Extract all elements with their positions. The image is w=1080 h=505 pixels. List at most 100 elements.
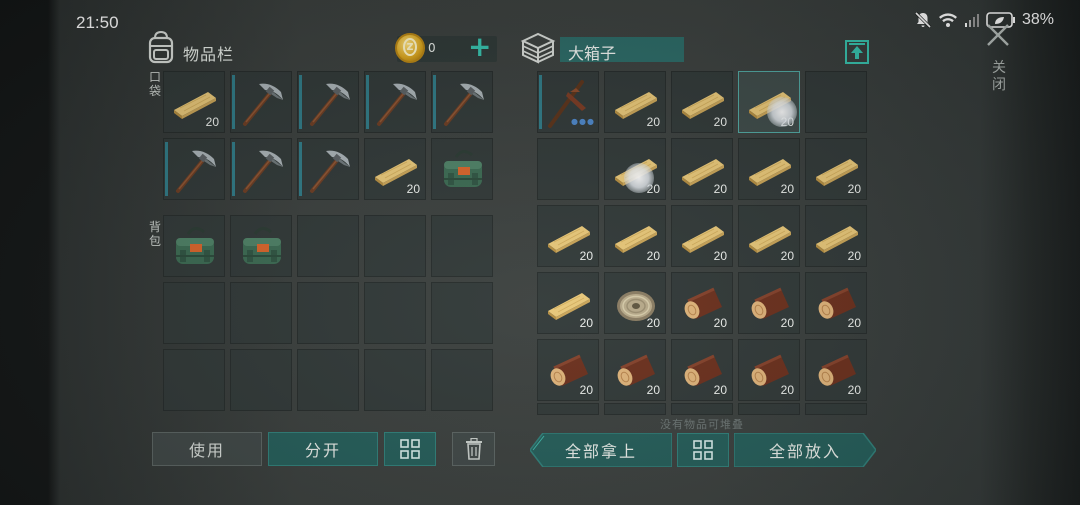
partial-slot[interactable] — [604, 403, 666, 415]
empty-slot[interactable] — [297, 282, 359, 344]
status-time: 21:50 — [76, 13, 119, 32]
item-slot-plank[interactable]: 20 — [537, 272, 599, 334]
empty-slot[interactable] — [297, 349, 359, 411]
use-button[interactable]: 使用 — [152, 432, 262, 466]
item-slot-plank[interactable]: 20 — [738, 138, 800, 200]
take-all-label: 全部拿上 — [564, 442, 637, 461]
empty-slot[interactable] — [230, 349, 292, 411]
durability-bar — [232, 75, 235, 129]
item-slot-pickaxe[interactable] — [364, 71, 426, 133]
coin-icon: z — [395, 33, 425, 63]
item-quantity: 20 — [406, 182, 420, 196]
take-all-button[interactable]: 全部拿上 — [530, 433, 672, 467]
item-quantity: 20 — [579, 249, 593, 263]
empty-slot[interactable] — [431, 349, 493, 411]
item-slot-log[interactable]: 20 — [738, 272, 800, 334]
item-quantity: 20 — [713, 182, 727, 196]
item-slot-pickaxe[interactable] — [297, 138, 359, 200]
item-slot-log[interactable]: 20 — [671, 272, 733, 334]
game-screen: 21:50 38% 物品栏 z 0 + 口袋 背包 20 20 大箱子 关闭 ●●… — [0, 0, 1080, 505]
empty-slot[interactable] — [230, 282, 292, 344]
item-slot-log[interactable]: 20 — [738, 339, 800, 401]
empty-slot[interactable] — [364, 349, 426, 411]
item-slot-plank[interactable]: 20 — [805, 205, 867, 267]
item-quantity: 20 — [713, 383, 727, 397]
item-quantity: 20 — [780, 316, 794, 330]
item-slot-log[interactable]: 20 — [671, 339, 733, 401]
add-coins-button[interactable]: + — [468, 33, 491, 61]
mute-bell-icon — [914, 11, 932, 29]
storage-box-icon — [520, 32, 556, 64]
partial-slot[interactable] — [738, 403, 800, 415]
backpack-icon — [148, 30, 174, 64]
durability-bar — [366, 75, 369, 129]
item-quantity: 20 — [780, 383, 794, 397]
sort-container-button[interactable] — [677, 433, 729, 467]
item-slot-wire[interactable]: 20 — [604, 272, 666, 334]
sort-inventory-button[interactable] — [384, 432, 436, 466]
empty-slot[interactable] — [297, 215, 359, 277]
wifi-icon — [938, 13, 957, 27]
empty-slot[interactable] — [163, 282, 225, 344]
empty-slot[interactable] — [537, 138, 599, 200]
no-stack-hint: 没有物品可堆叠 — [660, 418, 744, 431]
item-quantity: 20 — [646, 115, 660, 129]
item-slot-plank[interactable]: 20 — [537, 205, 599, 267]
item-slot-pickaxe-crude[interactable]: ●●● — [537, 71, 599, 133]
item-slot-plank[interactable]: 20 — [671, 205, 733, 267]
item-quantity: 20 — [780, 249, 794, 263]
trash-button[interactable] — [452, 432, 495, 466]
touch-indicator — [767, 97, 797, 127]
durability-bar — [232, 142, 235, 196]
item-quantity: 20 — [713, 316, 727, 330]
upload-icon[interactable] — [845, 38, 869, 64]
item-slot-log[interactable]: 20 — [805, 339, 867, 401]
empty-slot[interactable] — [364, 215, 426, 277]
item-slot-pickaxe[interactable] — [230, 138, 292, 200]
item-slot-plank[interactable]: 20 — [671, 71, 733, 133]
empty-slot[interactable] — [364, 282, 426, 344]
partial-slot[interactable] — [537, 403, 599, 415]
item-slot-plank[interactable]: 20 — [738, 205, 800, 267]
split-button[interactable]: 分开 — [268, 432, 378, 466]
item-slot-pickaxe[interactable] — [431, 71, 493, 133]
item-quantity: 20 — [847, 383, 861, 397]
empty-slot[interactable] — [163, 349, 225, 411]
durability-bar — [299, 142, 302, 196]
close-label[interactable]: 关闭 — [991, 60, 1007, 94]
empty-slot[interactable] — [805, 71, 867, 133]
item-slot-plank[interactable]: 20 — [604, 71, 666, 133]
item-slot-log[interactable]: 20 — [805, 272, 867, 334]
item-quantity: 20 — [646, 383, 660, 397]
put-all-button[interactable]: 全部放入 — [734, 433, 876, 467]
put-all-label: 全部放入 — [768, 442, 841, 461]
item-slot-pickaxe[interactable] — [163, 138, 225, 200]
backpack-label: 背包 — [148, 220, 161, 248]
coin-count: 0 — [428, 41, 436, 55]
item-slot-pickaxe[interactable] — [297, 71, 359, 133]
empty-slot[interactable] — [431, 282, 493, 344]
more-dots-icon: ●●● — [571, 117, 595, 126]
signal-icon — [964, 14, 979, 27]
item-slot-log[interactable]: 20 — [604, 339, 666, 401]
item-quantity: 20 — [713, 249, 727, 263]
grid-icon — [693, 440, 713, 460]
item-slot-plank[interactable]: 20 — [604, 205, 666, 267]
durability-bar — [165, 142, 168, 196]
close-icon[interactable] — [985, 22, 1011, 48]
item-slot-plank[interactable]: 20 — [364, 138, 426, 200]
item-slot-plank[interactable]: 20 — [163, 71, 225, 133]
empty-slot[interactable] — [431, 215, 493, 277]
touch-indicator — [624, 163, 654, 193]
partial-slot[interactable] — [805, 403, 867, 415]
item-slot-plank[interactable]: 20 — [805, 138, 867, 200]
item-slot-bag[interactable] — [230, 215, 292, 277]
item-slot-log[interactable]: 20 — [537, 339, 599, 401]
partial-slot[interactable] — [671, 403, 733, 415]
item-slot-bag[interactable] — [431, 138, 493, 200]
item-quantity: 20 — [847, 316, 861, 330]
item-slot-plank[interactable]: 20 — [671, 138, 733, 200]
trash-icon — [465, 438, 482, 460]
item-slot-pickaxe[interactable] — [230, 71, 292, 133]
item-slot-bag[interactable] — [163, 215, 225, 277]
